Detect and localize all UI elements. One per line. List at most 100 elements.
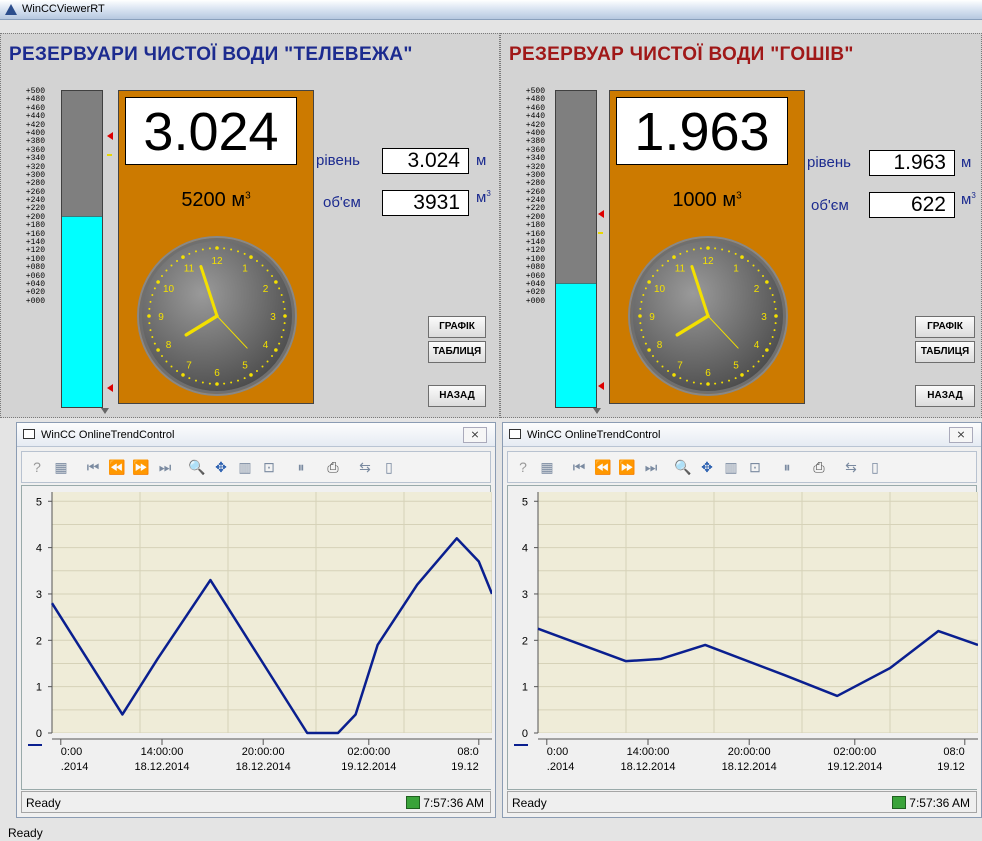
trend-window-icon xyxy=(509,429,521,439)
status-time: 7:57:36 AM xyxy=(909,796,970,810)
print-icon[interactable]: ⎙ xyxy=(810,458,828,476)
clock-tick xyxy=(156,280,160,284)
clock-number: 10 xyxy=(163,284,175,295)
first-icon[interactable]: ⏮ xyxy=(84,458,102,476)
config-icon[interactable]: ▦ xyxy=(538,458,556,476)
trend-chart: 0 1 2 3 4 5 0:00 .2014 14:00:00 18.12.2014 20:00:0… xyxy=(508,492,978,789)
scale-tick-label: +000 xyxy=(525,296,545,306)
graph-button[interactable]: ГРАФІК xyxy=(915,316,975,338)
clock-number: 2 xyxy=(754,284,760,295)
close-button[interactable]: ⨯ xyxy=(463,427,487,443)
clock-tick xyxy=(642,293,645,296)
clock-tick xyxy=(740,255,744,259)
pause-icon[interactable]: ⏸ xyxy=(292,458,310,476)
clock-tick xyxy=(746,370,749,373)
clock-tick xyxy=(271,275,274,278)
clock-tick xyxy=(170,365,173,368)
table-button[interactable]: ТАБЛИЦЯ xyxy=(915,341,975,363)
last-icon[interactable]: ⏭ xyxy=(642,458,660,476)
window-title: WinCCViewerRT xyxy=(22,3,105,15)
trend-control-left: WinCC OnlineTrendControl ⨯ ? ▦ ⏮ ⏪ ⏩ ⏭ 🔍 ✥ ▥ ⊡ ⏸ ⎙ ⇆… xyxy=(16,422,496,818)
prev-icon[interactable]: ⏪ xyxy=(594,458,612,476)
level-value-field: 1.963 xyxy=(869,150,955,176)
level-label: рівень xyxy=(316,152,360,169)
clock-number: 4 xyxy=(263,340,269,351)
clock-tick xyxy=(656,269,659,272)
volume-unit: м3 xyxy=(961,191,976,208)
clock-minute-hand xyxy=(199,265,219,318)
app-status: Ready xyxy=(8,826,43,840)
clock-tick xyxy=(752,264,755,267)
original-view-icon[interactable]: ⊡ xyxy=(260,458,278,476)
clock-tick xyxy=(651,275,654,278)
config-icon[interactable]: ▦ xyxy=(52,458,70,476)
zoom-icon[interactable]: 🔍 xyxy=(188,458,206,476)
back-button[interactable]: НАЗАД xyxy=(428,385,486,407)
tank-title: РЕЗЕРВУАРИ ЧИСТОЇ ВОДИ "ТЕЛЕВЕЖА" xyxy=(9,44,413,65)
export-icon[interactable]: ⇆ xyxy=(842,458,860,476)
table-button[interactable]: ТАБЛИЦЯ xyxy=(428,341,486,363)
clock-tick xyxy=(734,252,737,255)
clock-number: 5 xyxy=(733,360,739,371)
tank-title: РЕЗЕРВУАР ЧИСТОЇ ВОДИ "ГОШІВ" xyxy=(509,44,854,65)
clock-tick xyxy=(728,250,731,253)
prev-icon[interactable]: ⏪ xyxy=(108,458,126,476)
tank-level-bar xyxy=(555,90,597,408)
clock-tick xyxy=(699,247,702,250)
clock-tick xyxy=(201,381,204,384)
pause-icon[interactable]: ⏸ xyxy=(778,458,796,476)
level-label: рівень xyxy=(807,154,851,171)
ruler-icon[interactable]: ▥ xyxy=(236,458,254,476)
x-tick-date: 18.12.2014 xyxy=(620,761,675,773)
clock-tick xyxy=(151,293,154,296)
clock-tick xyxy=(706,382,710,386)
trend-chart: 0 1 2 3 4 5 0:00 .2014 14:00:00 18.12.2014 20:00:0… xyxy=(22,492,492,789)
clock-tick xyxy=(661,264,664,267)
ruler-icon[interactable]: ▥ xyxy=(722,458,740,476)
clock-tick xyxy=(237,379,240,382)
original-view-icon[interactable]: ⊡ xyxy=(746,458,764,476)
more-icon[interactable]: ▯ xyxy=(380,458,398,476)
more-icon[interactable]: ▯ xyxy=(866,458,884,476)
close-button[interactable]: ⨯ xyxy=(949,427,973,443)
graph-button[interactable]: ГРАФІК xyxy=(428,316,486,338)
volume-value-field: 3931 xyxy=(382,190,469,216)
clock-number: 7 xyxy=(677,360,683,371)
clock-second-hand xyxy=(707,315,739,349)
tank-panel-televezha: РЕЗЕРВУАРИ ЧИСТОЇ ВОДИ "ТЕЛЕВЕЖА" +500 +4… xyxy=(0,33,500,418)
clock-tick xyxy=(638,314,642,318)
clock-tick xyxy=(280,293,283,296)
app-icon xyxy=(5,4,17,15)
last-icon[interactable]: ⏭ xyxy=(156,458,174,476)
y-tick-label: 2 xyxy=(36,635,42,647)
move-icon[interactable]: ✥ xyxy=(698,458,716,476)
print-icon[interactable]: ⎙ xyxy=(324,458,342,476)
zoom-icon[interactable]: 🔍 xyxy=(674,458,692,476)
back-button[interactable]: НАЗАД xyxy=(915,385,975,407)
clock-number: 3 xyxy=(761,312,767,323)
first-icon[interactable]: ⏮ xyxy=(570,458,588,476)
move-icon[interactable]: ✥ xyxy=(212,458,230,476)
clock-tick xyxy=(160,354,163,357)
clock-tick xyxy=(762,275,765,278)
y-tick-label: 0 xyxy=(522,728,528,740)
y-tick-label: 3 xyxy=(36,589,42,601)
clock-hour-hand xyxy=(675,314,710,337)
clock-tick xyxy=(661,365,664,368)
x-tick-label: 20:00:00 xyxy=(728,746,771,758)
next-icon[interactable]: ⏩ xyxy=(618,458,636,476)
next-icon[interactable]: ⏩ xyxy=(132,458,150,476)
trend-statusbar: Ready 7:57:36 AM xyxy=(507,791,977,813)
clock-tick xyxy=(283,307,286,310)
clock-tick xyxy=(223,247,226,250)
clock-number: 7 xyxy=(186,360,192,371)
status-time: 7:57:36 AM xyxy=(423,796,484,810)
help-icon[interactable]: ? xyxy=(514,458,532,476)
clock-tick xyxy=(656,360,659,363)
help-icon[interactable]: ? xyxy=(28,458,46,476)
export-icon[interactable]: ⇆ xyxy=(356,458,374,476)
x-tick-date: 18.12.2014 xyxy=(722,761,777,773)
volume-value-field: 622 xyxy=(869,192,955,218)
clock-tick xyxy=(215,246,219,250)
setpoint-marker xyxy=(107,154,112,156)
